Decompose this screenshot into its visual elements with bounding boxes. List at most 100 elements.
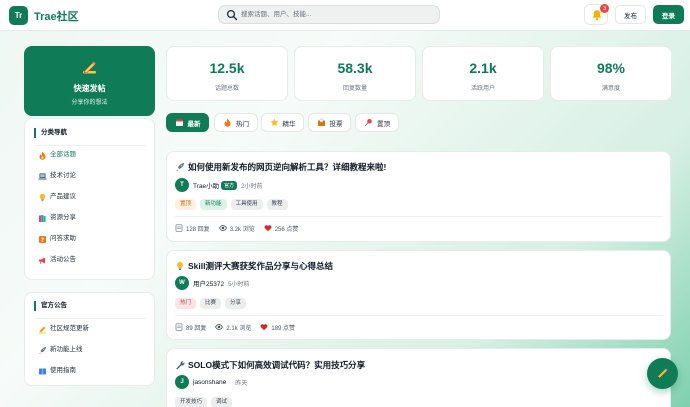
tag[interactable]: 开发技巧 — [175, 397, 208, 407]
post-title-text: SOLO模式下如何高效调试代码？实用技巧分享 — [188, 360, 366, 370]
divider — [175, 315, 663, 316]
avatar[interactable]: W — [175, 276, 189, 290]
sidebar-item-qa-help[interactable]: ? 问答求助 — [38, 233, 76, 245]
avatar[interactable]: J — [175, 375, 189, 389]
announcement-item-new-feature[interactable]: 新功能上线 — [38, 344, 83, 356]
calendar-icon — [175, 119, 183, 126]
author-name[interactable]: Trae小助 — [193, 180, 219, 190]
sidebar-item-tech-discussion[interactable]: 技术讨论 — [38, 170, 76, 182]
sidebar-item-label: 问答求助 — [50, 235, 76, 242]
logo-text[interactable]: Trae社区 — [34, 8, 79, 24]
like-count[interactable]: 256 点赞 — [264, 224, 298, 233]
lightbulb-icon — [177, 262, 183, 270]
tab-hot[interactable]: 热门 — [214, 113, 258, 132]
login-button[interactable]: 登录 — [653, 5, 684, 24]
author-name[interactable]: 用户25372 — [193, 278, 224, 288]
stat-value: 98% — [596, 60, 626, 76]
stat-label: 话题总数 — [214, 86, 239, 92]
wrench-icon — [176, 361, 185, 370]
tab-label: 热门 — [236, 120, 249, 128]
tab-label: 投票 — [329, 120, 343, 128]
reply-count: 89 回复 — [175, 323, 206, 332]
star-icon — [270, 118, 278, 126]
post-author-row: T Trae小助 官方 2小时前 — [175, 178, 262, 192]
view-count-text: 3.2k 浏览 — [229, 226, 255, 233]
post-title[interactable]: SOLO模式下如何高效调试代码？实用技巧分享 — [175, 359, 365, 371]
pencil-icon — [657, 368, 668, 379]
post-meta-row: 89 回复 2.1k 浏览 189 点赞 — [175, 322, 304, 332]
sidebar-item-all-topics[interactable]: 全部话题 — [38, 149, 76, 161]
post-title[interactable]: Skill测评大赛获奖作品分享与心得总结 — [175, 260, 333, 272]
quick-post-card[interactable]: 快速发帖 分享你的想法 — [24, 46, 155, 116]
notification-button[interactable]: 3 — [584, 4, 609, 25]
pencil-icon — [39, 326, 46, 334]
sidebar-item-label: 产品建议 — [50, 193, 76, 200]
stat-value: 2.1k — [469, 60, 497, 76]
tag[interactable]: 工具使用 — [230, 199, 263, 210]
sidebar-item-product-suggestion[interactable]: 产品建议 — [38, 191, 76, 203]
like-count-text: 189 点赞 — [271, 325, 296, 332]
tag[interactable]: 教程 — [266, 199, 288, 210]
pencil-icon — [83, 61, 96, 74]
quick-post-title: 快速发帖 — [73, 84, 106, 93]
announcement-item-label: 使用指南 — [50, 367, 76, 374]
post-title[interactable]: 如何使用新发布的网页逆向解析工具？详细教程来啦! — [175, 161, 386, 173]
reply-count-text: 128 回复 — [186, 226, 210, 233]
sidebar-item-resource-share[interactable]: 资源分享 — [38, 212, 76, 224]
post-tags: 置顶 新功能 工具使用 教程 — [175, 199, 292, 210]
category-nav-title: 分类导航 — [34, 128, 67, 138]
tag[interactable]: 分享 — [225, 298, 247, 309]
author-name[interactable]: jasonshane — [193, 379, 226, 386]
tag[interactable]: 热门 — [175, 298, 197, 309]
tab-label: 精华 — [282, 120, 296, 128]
tab-vote[interactable]: 投票 — [308, 113, 351, 132]
logo-badge[interactable]: Tr — [9, 6, 28, 25]
sidebar-item-label: 技术讨论 — [50, 172, 76, 179]
post-card[interactable]: SOLO模式下如何高效调试代码？实用技巧分享 J jasonshane 昨天 开… — [166, 348, 671, 407]
sidebar-item-label: 全部话题 — [50, 151, 76, 158]
fire-icon — [39, 151, 46, 160]
tab-pinned[interactable]: 置顶 — [355, 113, 399, 132]
eye-icon — [218, 225, 227, 231]
stat-card-replies: 58.3k 回复数量 — [294, 46, 416, 101]
post-tags: 热门 比赛 分享 — [175, 298, 250, 309]
stat-value: 58.3k — [337, 60, 373, 76]
memo-icon — [175, 323, 183, 331]
post-card[interactable]: Skill测评大赛获奖作品分享与心得总结 W 用户25372 5小时前 热门 比… — [166, 250, 671, 340]
stat-value: 12.5k — [209, 60, 245, 76]
eye-icon — [215, 324, 224, 330]
post-title-text: 如何使用新发布的网页逆向解析工具？详细教程来啦! — [188, 162, 387, 172]
post-card[interactable]: 如何使用新发布的网页逆向解析工具？详细教程来啦! T Trae小助 官方 2小时… — [166, 151, 671, 242]
memo-icon — [175, 224, 183, 232]
tag[interactable]: 调试 — [211, 397, 233, 407]
tab-latest[interactable]: 最新 — [166, 113, 209, 132]
post-time: 昨天 — [235, 380, 248, 387]
stat-label: 回复数量 — [342, 86, 367, 92]
tab-label: 最新 — [187, 120, 201, 128]
tag[interactable]: 新功能 — [200, 199, 227, 210]
heart-icon — [264, 225, 272, 232]
divider — [175, 216, 663, 217]
books-icon — [39, 214, 46, 222]
tag[interactable]: 比赛 — [200, 298, 222, 309]
search-box[interactable] — [218, 5, 440, 24]
search-input[interactable] — [241, 6, 436, 23]
announcement-item-rules-update[interactable]: 社区规范更新 — [38, 323, 89, 335]
publish-button[interactable]: 发布 — [615, 5, 646, 24]
view-count: 3.2k 浏览 — [218, 224, 255, 233]
announcement-item-user-guide[interactable]: 使用指南 — [38, 365, 76, 377]
search-icon — [226, 9, 238, 21]
divider — [34, 145, 147, 146]
rocket-icon — [176, 163, 184, 171]
laptop-icon — [38, 173, 47, 180]
stat-card-satisfaction: 98% 满意度 — [550, 46, 672, 101]
tab-featured[interactable]: 精华 — [261, 113, 304, 132]
sidebar-item-events[interactable]: 活动公告 — [38, 254, 76, 266]
floating-compose-button[interactable] — [647, 358, 678, 389]
tag[interactable]: 置顶 — [175, 199, 197, 210]
like-count[interactable]: 189 点赞 — [260, 323, 295, 332]
avatar[interactable]: T — [175, 178, 189, 192]
official-announcement-title: 官方公告 — [34, 301, 67, 311]
post-author-row: J jasonshane 昨天 — [175, 375, 247, 389]
official-badge: 官方 — [221, 180, 238, 190]
